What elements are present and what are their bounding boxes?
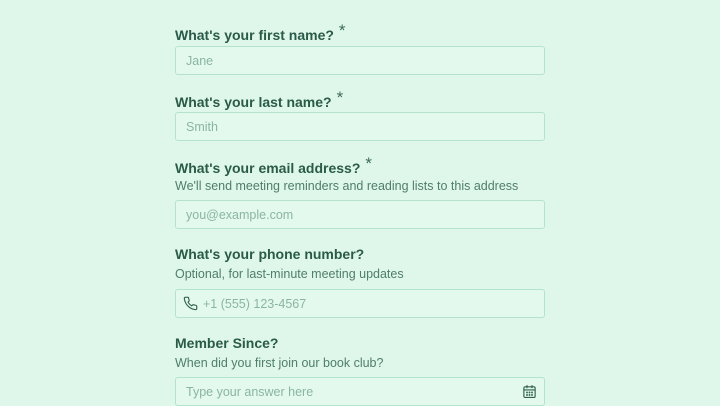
email-required-mark: * [365, 154, 373, 173]
last-name-input[interactable] [176, 113, 544, 140]
phone-field[interactable] [175, 289, 545, 318]
last-name-label: What's your last name? * [175, 88, 343, 112]
first-name-required-mark: * [338, 21, 346, 40]
last-name-label-text: What's your last name? [175, 94, 332, 110]
first-name-label-text: What's your first name? [175, 27, 334, 43]
calendar-icon[interactable] [522, 384, 537, 399]
last-name-field[interactable] [175, 112, 545, 141]
member-since-input[interactable] [176, 378, 544, 405]
member-since-label-text: Member Since? [175, 335, 279, 351]
member-since-helper-text: When did you first join our book club? [175, 356, 384, 370]
phone-label: What's your phone number? [175, 246, 364, 262]
phone-label-text: What's your phone number? [175, 246, 365, 262]
email-label-text: What's your email address? [175, 160, 361, 176]
last-name-required-mark: * [336, 88, 344, 107]
phone-input[interactable] [176, 290, 544, 317]
first-name-input[interactable] [176, 47, 544, 74]
email-helper-text: We'll send meeting reminders and reading… [175, 179, 519, 193]
member-since-field[interactable] [175, 377, 545, 406]
first-name-label: What's your first name? * [175, 21, 346, 45]
phone-helper-text: Optional, for last-minute meeting update… [175, 267, 404, 281]
email-label: What's your email address? * [175, 154, 372, 178]
email-input[interactable] [176, 201, 544, 228]
member-since-label: Member Since? [175, 335, 278, 351]
email-field[interactable] [175, 200, 545, 229]
first-name-field[interactable] [175, 46, 545, 75]
